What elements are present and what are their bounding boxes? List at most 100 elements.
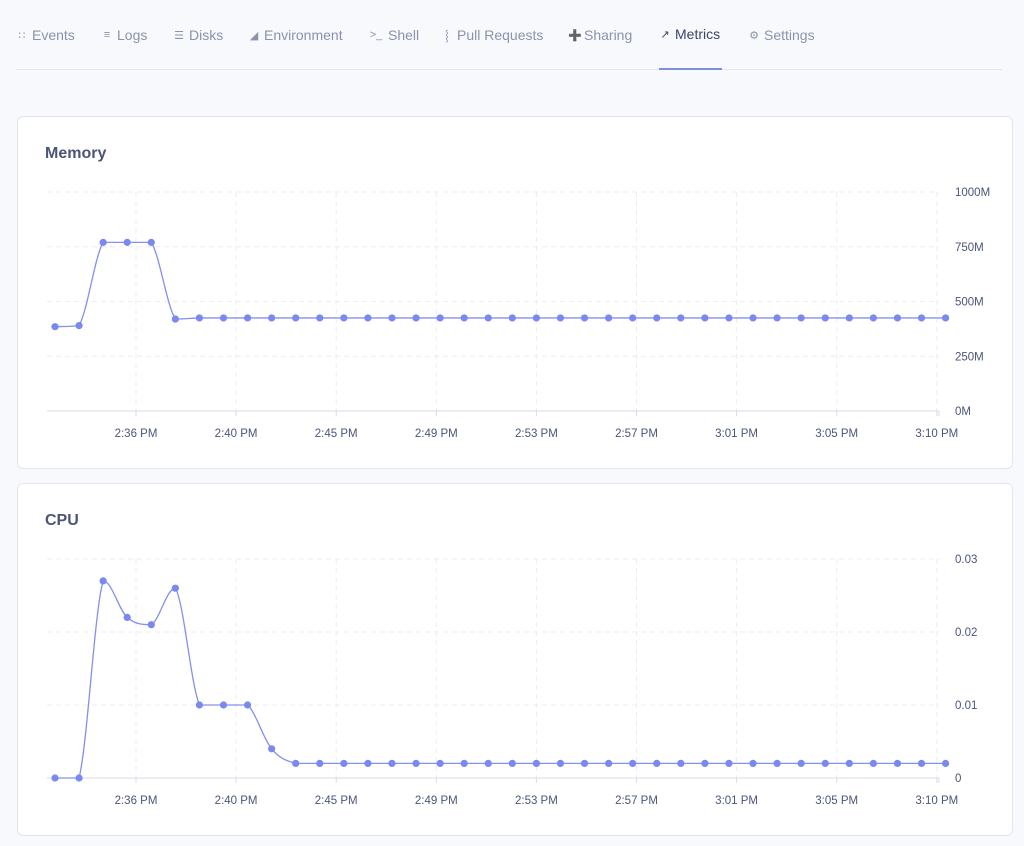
tab-pull-requests[interactable]: ⸾ Pull Requests xyxy=(441,0,543,70)
tab-logs[interactable]: ≡ Logs xyxy=(101,0,148,70)
data-point[interactable] xyxy=(484,314,492,322)
data-point[interactable] xyxy=(605,759,613,767)
data-point[interactable] xyxy=(436,314,444,322)
data-point[interactable] xyxy=(749,759,757,767)
data-point[interactable] xyxy=(219,701,228,709)
y-tick-label: 0.03 xyxy=(955,554,977,566)
user-plus-icon: ➕ xyxy=(568,29,582,42)
data-point[interactable] xyxy=(773,314,781,322)
data-point[interactable] xyxy=(460,314,468,322)
data-point[interactable] xyxy=(941,314,950,322)
data-point[interactable] xyxy=(508,759,516,767)
tab-label: Sharing xyxy=(584,27,633,43)
data-point[interactable] xyxy=(869,314,877,322)
tab-shell[interactable]: >_ Shell xyxy=(368,0,419,70)
data-point[interactable] xyxy=(556,314,565,322)
data-point[interactable] xyxy=(171,315,179,323)
data-point[interactable] xyxy=(869,759,877,767)
data-point[interactable] xyxy=(845,314,853,322)
tab-environment[interactable]: ◢ Environment xyxy=(248,0,343,70)
y-tick-label: 0.02 xyxy=(955,627,977,639)
data-point[interactable] xyxy=(821,759,829,767)
data-point[interactable] xyxy=(51,774,59,782)
data-point[interactable] xyxy=(99,238,107,246)
data-point[interactable] xyxy=(292,759,300,767)
data-point[interactable] xyxy=(653,759,661,767)
data-point[interactable] xyxy=(701,759,709,767)
data-point[interactable] xyxy=(653,314,661,322)
data-point[interactable] xyxy=(532,314,541,322)
data-point[interactable] xyxy=(917,759,926,767)
data-point[interactable] xyxy=(195,701,204,709)
data-point[interactable] xyxy=(893,759,902,767)
data-point[interactable] xyxy=(556,759,565,767)
data-point[interactable] xyxy=(677,759,685,767)
tab-settings[interactable]: ⚙ Settings xyxy=(748,0,815,70)
data-point[interactable] xyxy=(147,238,155,246)
tab-disks[interactable]: ☰ Disks xyxy=(173,0,223,70)
data-point[interactable] xyxy=(629,759,637,767)
data-point[interactable] xyxy=(340,759,348,767)
data-point[interactable] xyxy=(893,314,902,322)
data-point[interactable] xyxy=(845,759,853,767)
data-point[interactable] xyxy=(243,314,252,322)
data-point[interactable] xyxy=(797,314,805,322)
data-point[interactable] xyxy=(677,314,685,322)
data-point[interactable] xyxy=(388,759,396,767)
data-point[interactable] xyxy=(725,759,733,767)
data-point[interactable] xyxy=(123,238,131,246)
tab-events[interactable]: ∷ Events xyxy=(16,0,75,70)
data-point[interactable] xyxy=(412,314,420,322)
data-point[interactable] xyxy=(340,314,348,322)
data-point[interactable] xyxy=(243,701,252,709)
data-point[interactable] xyxy=(725,314,733,322)
data-point[interactable] xyxy=(171,584,179,592)
data-point[interactable] xyxy=(75,774,83,782)
data-point[interactable] xyxy=(268,745,276,753)
tab-metrics[interactable]: ↗ Metrics xyxy=(659,0,723,70)
data-point[interactable] xyxy=(123,613,131,621)
x-tick-label: 2:53 PM xyxy=(515,795,558,807)
tab-label: Events xyxy=(32,27,75,43)
x-tick-label: 2:49 PM xyxy=(415,795,458,807)
data-point[interactable] xyxy=(292,314,300,322)
data-point[interactable] xyxy=(364,759,372,767)
cpu-chart-card: CPU 0.03 0.02 0.01 0 2:36 PM 2:40 PM 2:45 PM 2:… xyxy=(17,483,1013,836)
y-tick-label: 500M xyxy=(955,297,984,309)
data-point[interactable] xyxy=(605,314,613,322)
data-point[interactable] xyxy=(412,759,420,767)
tab-sharing[interactable]: ➕ Sharing xyxy=(568,0,632,70)
data-point[interactable] xyxy=(268,314,276,322)
data-point[interactable] xyxy=(147,621,155,629)
data-point[interactable] xyxy=(580,759,589,767)
data-point[interactable] xyxy=(460,759,468,767)
data-point[interactable] xyxy=(629,314,637,322)
data-point[interactable] xyxy=(821,314,829,322)
series-line xyxy=(54,241,946,328)
data-point[interactable] xyxy=(749,314,757,322)
data-point[interactable] xyxy=(75,321,83,330)
data-point[interactable] xyxy=(51,323,59,331)
data-point[interactable] xyxy=(195,314,204,322)
data-point[interactable] xyxy=(797,759,805,767)
data-point[interactable] xyxy=(436,759,444,767)
data-point[interactable] xyxy=(701,314,709,322)
data-point[interactable] xyxy=(388,314,396,322)
memory-chart-card: Memory 1000M 750M 500M 250M 0M 2:36 PM 2:40 PM… xyxy=(17,116,1013,469)
x-tick-label: 2:36 PM xyxy=(115,795,158,807)
data-point[interactable] xyxy=(484,759,492,767)
x-tick-label: 2:57 PM xyxy=(615,795,658,807)
data-point[interactable] xyxy=(316,759,324,767)
x-tick-label: 3:05 PM xyxy=(815,795,858,807)
data-point[interactable] xyxy=(99,577,107,585)
data-point[interactable] xyxy=(917,314,926,322)
data-point[interactable] xyxy=(219,314,228,322)
data-point[interactable] xyxy=(773,759,781,767)
data-point[interactable] xyxy=(580,314,589,322)
data-point[interactable] xyxy=(532,759,541,767)
data-point[interactable] xyxy=(941,759,950,767)
data-point[interactable] xyxy=(508,314,516,322)
data-point[interactable] xyxy=(316,314,324,322)
x-tick-label: 2:53 PM xyxy=(515,428,558,440)
data-point[interactable] xyxy=(364,314,372,322)
